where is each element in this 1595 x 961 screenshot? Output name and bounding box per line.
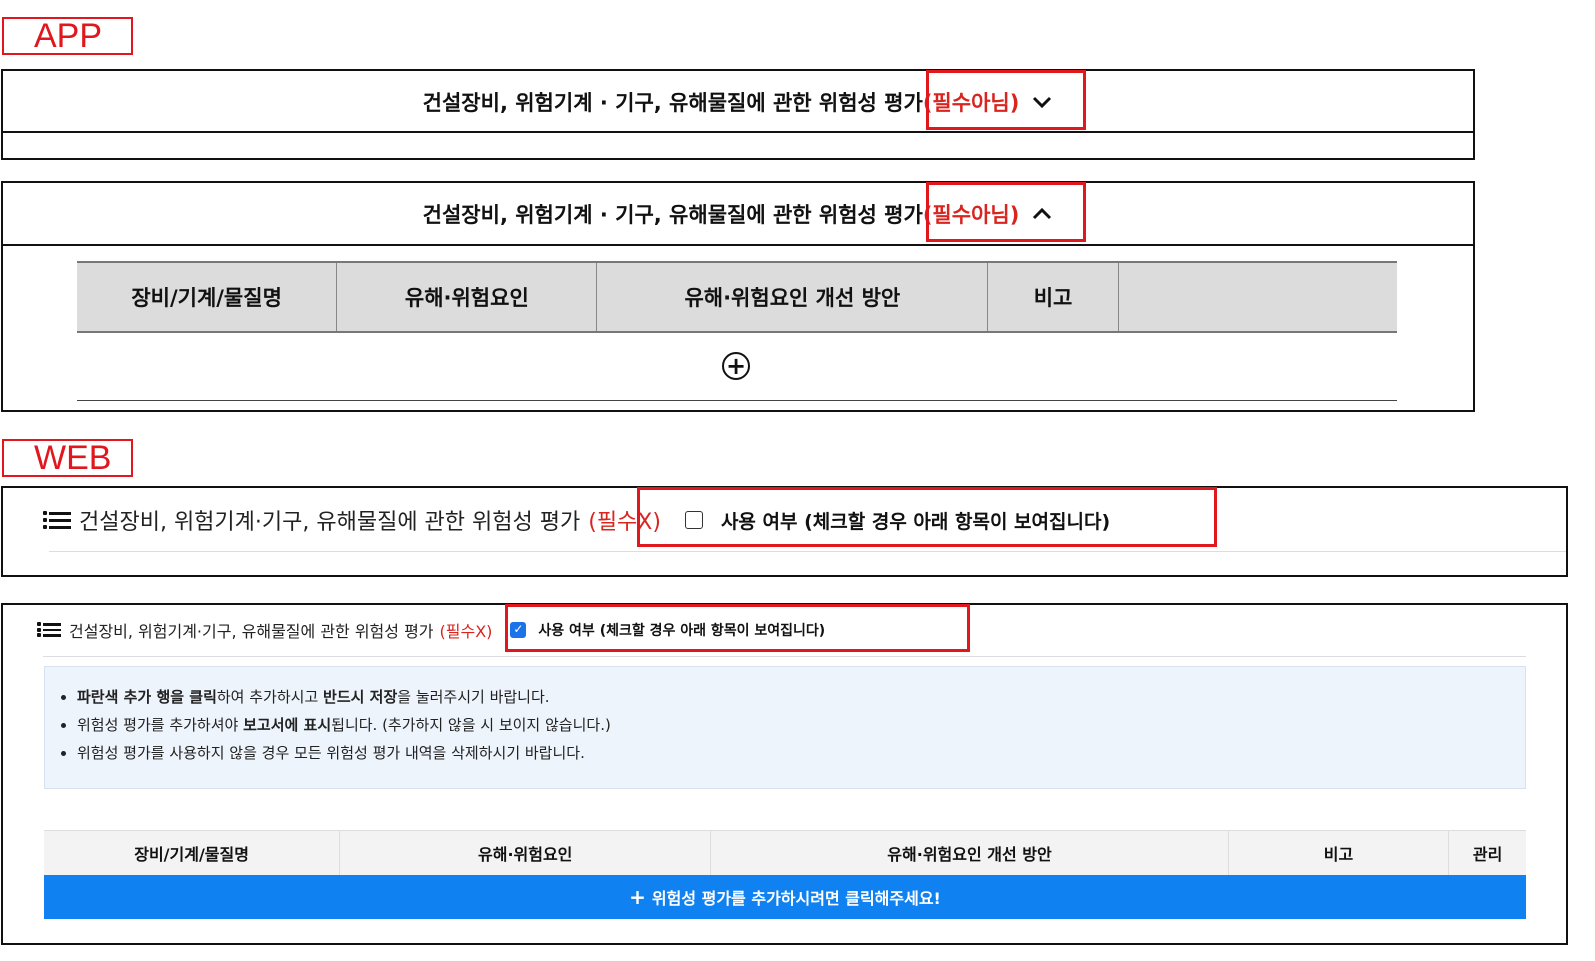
app-collapsed-panel: 건설장비, 위험기계 · 기구, 유해물질에 관한 위험성 평가 (필수아님) [1, 69, 1475, 160]
column-header-hazard: 유해·위험요인 [340, 831, 712, 875]
info-line-2: 위험성 평가를 추가하셔야 보고서에 표시됩니다. (추가하지 않을 시 보이지… [77, 715, 1525, 735]
column-header-note: 비고 [988, 263, 1119, 331]
column-header-name: 장비/기계/물질명 [44, 831, 341, 875]
list-icon [43, 510, 71, 529]
app-expanded-panel: 건설장비, 위험기계 · 기구, 유해물질에 관한 위험성 평가 (필수아님) 장… [1, 181, 1475, 412]
header-divider [3, 131, 1473, 133]
plus-icon: + [629, 885, 646, 909]
info-line-1: 파란색 추가 행을 클릭하여 추가하시고 반드시 저장을 눌러주시기 바랍니다. [77, 687, 1525, 707]
column-header-name: 장비/기계/물질명 [77, 263, 338, 331]
info-notice-box: 파란색 추가 행을 클릭하여 추가하시고 반드시 저장을 눌러주시기 바랍니다.… [44, 666, 1526, 789]
web-table-header: 장비/기계/물질명 유해·위험요인 유해·위험요인 개선 방안 비고 관리 [44, 830, 1526, 875]
column-header-improvement: 유해·위험요인 개선 방안 [597, 263, 989, 331]
section-title: 건설장비, 위험기계·기구, 유해물질에 관한 위험성 평가 [69, 622, 434, 641]
annotation-box [637, 487, 1217, 547]
app-expanded-header[interactable]: 건설장비, 위험기계 · 기구, 유해물질에 관한 위험성 평가 (필수아님) [3, 183, 1473, 245]
table-bottom-line [77, 400, 1397, 401]
app-annotation-label: APP [2, 17, 133, 55]
annotation-box [926, 182, 1086, 242]
info-line-3: 위험성 평가를 사용하지 않을 경우 모든 위험성 평가 내역을 삭제하시기 바… [77, 743, 1525, 763]
column-header-empty [1118, 263, 1398, 331]
web-expanded-panel: 건설장비, 위험기계·기구, 유해물질에 관한 위험성 평가 (필수X) ✓ 사… [1, 603, 1568, 945]
app-table-header: 장비/기계/물질명 유해·위험요인 유해·위험요인 개선 방안 비고 [77, 261, 1398, 333]
section-title: 건설장비, 위험기계 · 기구, 유해물질에 관한 위험성 평가 [422, 203, 923, 227]
app-collapsed-header[interactable]: 건설장비, 위험기계 · 기구, 유해물질에 관한 위험성 평가 (필수아님) [3, 71, 1473, 132]
list-icon [37, 622, 61, 637]
add-row-label: 위험성 평가를 추가하시려면 클릭해주세요! [651, 889, 941, 908]
section-title: 건설장비, 위험기계 · 기구, 유해물질에 관한 위험성 평가 [422, 90, 923, 115]
header-divider [3, 244, 1473, 246]
web-annotation-label: WEB [2, 439, 133, 477]
plus-circle-icon[interactable]: + [722, 352, 750, 380]
column-header-hazard: 유해·위험요인 [337, 263, 598, 331]
column-header-manage: 관리 [1472, 845, 1503, 864]
add-risk-assessment-button[interactable]: + 위험성 평가를 추가하시려면 클릭해주세요! [44, 875, 1526, 919]
column-header-improvement: 유해·위험요인 개선 방안 [711, 831, 1229, 875]
header-divider [49, 551, 1566, 552]
required-indicator: (필수X) [439, 622, 493, 641]
annotation-box [505, 604, 970, 652]
annotation-box [926, 70, 1086, 130]
section-title: 건설장비, 위험기계·기구, 유해물질에 관한 위험성 평가 [79, 510, 581, 535]
column-header-note: 비고 [1229, 831, 1450, 875]
header-divider [43, 656, 1526, 657]
